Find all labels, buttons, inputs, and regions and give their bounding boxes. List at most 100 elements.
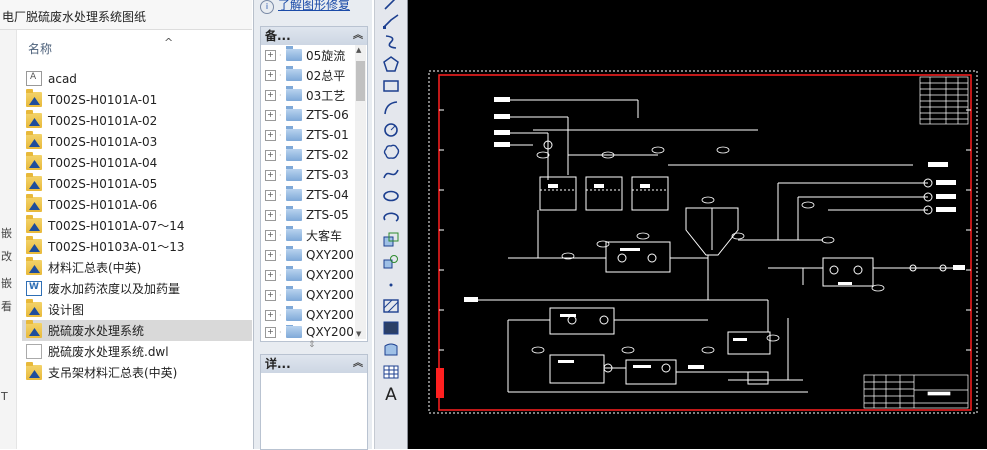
tree-item[interactable]: + · QXY200 [265,325,354,339]
name-column-header[interactable]: 名称 ^ [18,30,252,62]
tree-item[interactable]: + · QXY200 [265,265,354,285]
ellipse-arc-icon[interactable] [381,209,401,227]
navigation-strip[interactable]: 嵌 改 嵌 看 T [0,30,17,449]
tree-item[interactable]: + · QXY200 [265,245,354,265]
construction-line-icon[interactable] [381,33,401,51]
point-icon[interactable] [381,275,401,293]
expand-icon[interactable]: + [265,109,276,121]
tree-item-label: ZTS-06 [306,108,349,122]
multiline-text-icon[interactable]: A [381,385,401,405]
tree-item[interactable]: + · 03工艺 [265,85,345,105]
folder-icon [286,166,302,181]
expand-icon[interactable]: + [265,69,276,81]
expand-icon[interactable]: + [265,229,276,241]
tree-item[interactable]: + · 02总平 [265,65,345,85]
spline-icon[interactable] [381,165,401,183]
drawing-border [438,74,972,411]
table-icon[interactable] [381,363,401,381]
drawing-canvas[interactable] [408,0,987,449]
file-item[interactable]: 设计图 [22,299,252,320]
expand-icon[interactable]: + [265,209,276,221]
details-pane-header[interactable]: 详... ︽ [261,355,367,373]
tree-item[interactable]: + · ZTS-03 [265,165,349,185]
polyline-icon[interactable] [381,12,401,30]
collapse-chevron-icon[interactable]: ︽ [353,27,363,45]
file-item[interactable]: T002S-H0101A-01 [22,89,252,110]
expand-icon[interactable]: + [265,309,276,321]
revision-cloud-icon[interactable] [381,143,401,161]
insert-block-icon[interactable] [381,231,401,249]
hatch-icon[interactable] [381,297,401,315]
file-item[interactable]: 废水加药浓度以及加药量 [22,278,252,299]
expand-icon[interactable]: + [265,326,276,338]
tree-item[interactable]: + · ZTS-02 [265,145,349,165]
tree-item[interactable]: + · ZTS-05 [265,205,349,225]
pane-splitter-icon[interactable]: ⇕ [308,340,316,350]
file-name: T002S-H0101A-06 [48,197,158,212]
file-item[interactable]: 支吊架材料汇总表(中英) [22,362,252,383]
folder-icon [286,46,302,61]
file-item[interactable]: T002S-H0101A-07～14 [22,215,252,236]
tree-item-label: QXY200 [306,268,354,282]
tree-item[interactable]: + · QXY200 [265,285,354,305]
polygon-icon[interactable] [381,55,401,73]
expand-icon[interactable]: + [265,249,276,261]
tree-item[interactable]: + · ZTS-06 [265,105,349,125]
cad-folder-icon [26,299,42,317]
gradient-icon[interactable] [381,319,401,337]
tree-scrollbar[interactable]: ▲ ▼ [355,45,366,339]
ellipse-icon[interactable] [381,187,401,205]
rectangle-icon[interactable] [381,77,401,95]
folder-icon [286,226,302,241]
collapse-chevron-icon[interactable]: ︽ [353,355,363,373]
file-item[interactable]: T002S-H0101A-02 [22,110,252,131]
scroll-up-icon[interactable]: ▲ [356,46,361,54]
file-name: T002S-H0101A-05 [48,176,158,191]
folder-icon [286,266,302,281]
file-item[interactable]: 材料汇总表(中英) [22,257,252,278]
sort-ascending-icon: ^ [164,36,174,49]
expand-icon[interactable]: + [265,169,276,181]
file-item[interactable]: T002S-H0101A-03 [22,131,252,152]
cad-folder-icon [26,236,42,254]
expand-icon[interactable]: + [265,149,276,161]
folder-icon [286,286,302,301]
expand-icon[interactable]: + [265,289,276,301]
circle-icon[interactable] [381,121,401,139]
file-name: 废水加药浓度以及加药量 [48,282,181,296]
details-pane: 详... ︽ [260,354,368,450]
backup-pane-header[interactable]: 备... ︽ [261,27,367,45]
arc-icon[interactable] [381,99,401,117]
file-item[interactable]: T002S-H0101A-04 [22,152,252,173]
learn-recovery-link[interactable]: i 了解图形修复 [260,0,350,14]
expand-icon[interactable]: + [265,49,276,61]
cad-folder-icon [26,194,42,212]
tree-item[interactable]: + · ZTS-01 [265,125,349,145]
tree-item[interactable]: + · 05旋流 [265,45,345,65]
folder-icon [286,246,302,261]
tree-item[interactable]: + · QXY200 [265,305,354,325]
file-item-selected[interactable]: 脱硫废水处理系统 [22,320,252,341]
region-icon[interactable] [381,341,401,359]
expand-icon[interactable]: + [265,189,276,201]
line-icon[interactable] [381,0,401,12]
file-name: T002S-H0101A-02 [48,113,158,128]
expand-icon[interactable]: + [265,269,276,281]
tree-item-label: ZTS-03 [306,168,349,182]
tree-item[interactable]: + · ZTS-04 [265,185,349,205]
file-item[interactable]: acad [22,68,252,89]
file-item[interactable]: 脱硫废水处理系统.dwl [22,341,252,362]
folder-icon [286,186,302,201]
file-item[interactable]: T002S-H0101A-05 [22,173,252,194]
make-block-icon[interactable] [381,253,401,271]
file-item[interactable]: T002S-H0101A-06 [22,194,252,215]
scrollbar-thumb[interactable] [356,61,365,101]
file-name: 脱硫废水处理系统.dwl [48,345,169,359]
expand-icon[interactable]: + [265,89,276,101]
file-item[interactable]: T002S-H0103A-01～13 [22,236,252,257]
expand-icon[interactable]: + [265,129,276,141]
backup-files-pane: 备... ︽ + · 05旋流 + · 02总平 + · 03工艺 + · ZTS-06 + · Z… [260,26,368,342]
tree-item-label: QXY200 [306,308,354,322]
tree-item[interactable]: + · 大客车 [265,225,342,245]
scroll-down-icon[interactable]: ▼ [356,330,361,338]
